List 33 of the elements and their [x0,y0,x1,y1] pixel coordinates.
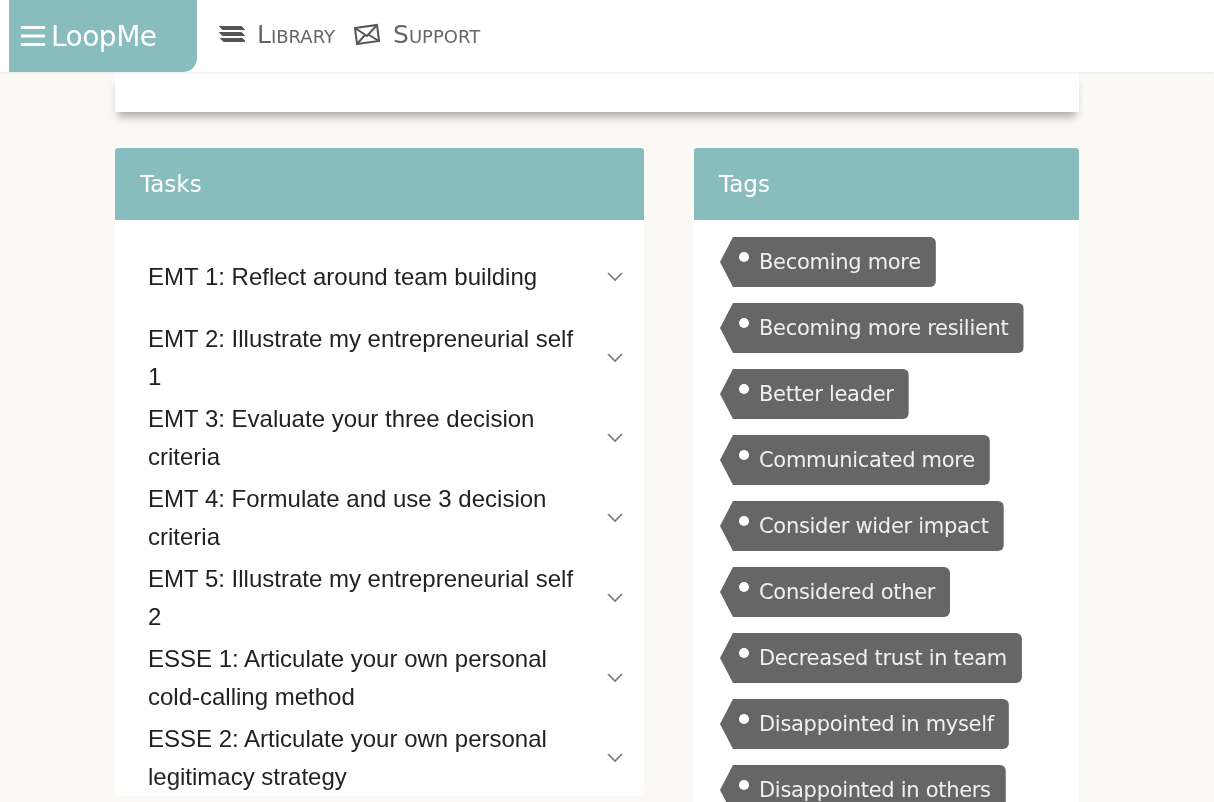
tag[interactable]: Better leader [720,369,909,419]
nav-link[interactable]: Support [353,0,481,68]
tag[interactable]: Disappointed in myself [720,699,1009,749]
task-title: EMT 4: Formulate and use 3 decision criteria [148,484,548,552]
task-title: ESSE 1: Articulate your own personal cold-calling method [148,644,548,712]
task-title: EMT 2: Illustrate my entrepreneurial self 1 [148,324,575,392]
tag[interactable]: Decreased trust in team [720,633,1022,683]
task-item[interactable]: EMT 1: Reflect around team building [148,258,644,296]
task-item[interactable]: ESSE 2: Articulate your own personal legitimacy strategy [148,720,644,796]
books-icon [219,23,245,45]
task-title: EMT 5: Illustrate my entrepreneurial self 2 [148,564,575,632]
nav-label: Library [257,19,336,49]
tag[interactable]: Considered other [720,567,951,617]
task-title: EMT 1: Reflect around team building [148,262,539,292]
task-item[interactable]: EMT 5: Illustrate my entrepreneurial self 2 [148,560,644,636]
nav-link[interactable]: Library [219,0,336,68]
tag[interactable]: Becoming more resilient [720,303,1024,353]
task-item[interactable]: ESSE 1: Articulate your own personal cold-calling method [148,640,644,716]
task-item[interactable]: EMT 2: Illustrate my entrepreneurial self 1 [148,320,644,396]
task-item[interactable]: EMT 3: Evaluate your three decision criteria [148,400,644,476]
task-title: EMT 3: Evaluate your three decision criteria [148,404,536,472]
panel-title: Tags [694,148,1079,220]
tag[interactable]: Disappointed in others [720,765,1006,802]
task-title: ESSE 2: Articulate your own personal legitimacy strategy [148,724,548,792]
logo-text: LoopMe [51,19,157,53]
mail-icon [353,23,382,45]
tag[interactable]: Communicated more [720,435,990,485]
task-item[interactable]: EMT 4: Formulate and use 3 decision criteria [148,480,644,556]
panel-title: Tasks [115,148,644,220]
tag[interactable]: Becoming more [720,237,936,287]
menu-icon [21,25,45,47]
nav-label: Support [393,19,481,49]
tag[interactable]: Consider wider impact [720,501,1004,551]
